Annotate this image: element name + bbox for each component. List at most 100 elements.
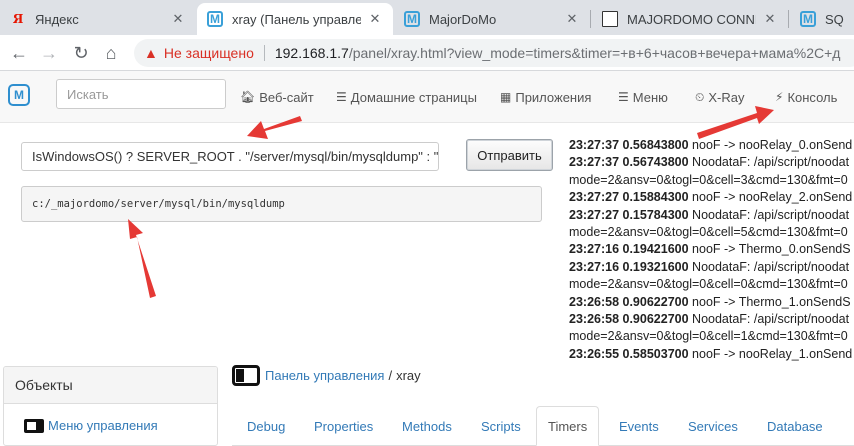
command-result: c:/_majordomo/server/mysql/bin/mysqldump xyxy=(21,186,542,222)
forward-icon[interactable]: → xyxy=(36,40,62,66)
list-icon: ☰ xyxy=(336,90,347,104)
browser-tab-title: MAJORDOMO CONNECT xyxy=(627,11,756,27)
bolt-icon: ⚡︎ xyxy=(775,90,784,104)
browser-tab-majordomo[interactable]: M MajorDoMo ✕ xyxy=(394,3,590,35)
log-text: nooF -> Thermo_1.onSendS xyxy=(688,294,851,309)
log-text: nooF -> nooRelay_1.onSend xyxy=(688,346,853,361)
majordomo-icon: M xyxy=(404,11,420,27)
back-icon[interactable]: ← xyxy=(6,40,32,66)
nav-home-pages[interactable]: ☰ Домашние страницы xyxy=(336,71,477,123)
url-text[interactable]: 192.168.1.7/panel/xray.html?view_mode=ti… xyxy=(275,45,841,61)
browser-tab-yandex[interactable]: Я Яндекс ✕ xyxy=(0,3,196,35)
browser-tab-title: Яндекс xyxy=(35,11,79,27)
log-line: 23:27:27 0.15884300 nooF -> nooRelay_2.o… xyxy=(569,189,854,206)
browser-tab-connect[interactable]: MAJORDOMO CONNECT ✕ xyxy=(592,3,788,35)
log-text: mode=2&ansv=0&togl=0&cell=1&cmd=130&fmt=… xyxy=(569,329,848,344)
browser-toolbar: ← → ↻ ⌂ ▲ Не защищено 192.168.1.7/panel/… xyxy=(0,35,854,71)
panel-title: Объекты xyxy=(4,367,217,404)
log-timestamp: 23:27:37 0.56743800 xyxy=(569,155,689,170)
log-text: nooF -> nooRelay_0.onSend xyxy=(688,138,853,152)
nav-label: Консоль xyxy=(787,89,838,105)
close-icon[interactable]: ✕ xyxy=(564,11,580,27)
log-timestamp: 23:27:27 0.15884300 xyxy=(569,190,689,205)
log-line: mode=2&ansv=0&togl=0&cell=3&cmd=130&fmt=… xyxy=(569,172,854,189)
log-line: 23:27:16 0.19421600 nooF -> Thermo_0.onS… xyxy=(569,241,854,258)
log-timestamp: 23:26:58 0.90622700 xyxy=(569,312,689,327)
log-text: mode=2&ansv=0&togl=0&cell=3&cmd=130&fmt=… xyxy=(569,172,848,187)
breadcrumb-separator: / xyxy=(388,367,393,383)
log-timestamp: 23:26:55 0.58503700 xyxy=(569,346,689,361)
majordomo-logo-icon[interactable]: M xyxy=(8,84,30,106)
search-input[interactable] xyxy=(56,79,226,109)
browser-tab-strip: Я Яндекс ✕ M xray (Панель управления ✕ M… xyxy=(0,0,854,35)
log-text: NoodataF: /api/script/noodat xyxy=(688,259,850,274)
log-timestamp: 23:27:16 0.19421600 xyxy=(569,242,689,257)
nav-label: Домашние страницы xyxy=(350,89,477,105)
nav-label: X-Ray xyxy=(708,89,745,105)
tab-events[interactable]: Events xyxy=(608,406,670,446)
document-icon xyxy=(602,11,618,27)
debug-log: 23:27:37 0.56843800 nooF -> nooRelay_0.o… xyxy=(569,137,854,363)
panel-icon xyxy=(232,364,260,386)
log-line: 23:27:37 0.56843800 nooF -> nooRelay_0.o… xyxy=(569,137,854,154)
tab-properties[interactable]: Properties xyxy=(303,406,384,446)
nav-label: Приложения xyxy=(515,89,592,105)
nav-label: Веб-сайт xyxy=(259,89,314,105)
browser-tab-sql[interactable]: M SQL D xyxy=(790,3,854,35)
log-line: 23:27:27 0.15784300 NoodataF: /api/scrip… xyxy=(569,207,854,224)
tab-services[interactable]: Services xyxy=(677,406,749,446)
close-icon[interactable]: ✕ xyxy=(170,11,186,27)
nav-applications[interactable]: ▦ Приложения xyxy=(500,71,591,123)
tab-divider xyxy=(788,10,789,28)
log-text: nooF -> Thermo_0.onSendS xyxy=(688,242,851,257)
url-path: /panel/xray.html?view_mode=timers&timer=… xyxy=(348,45,841,61)
send-button[interactable]: Отправить xyxy=(466,139,553,171)
close-icon[interactable]: ✕ xyxy=(367,11,383,27)
log-text: mode=2&ansv=0&togl=0&cell=0&cmd=130&fmt=… xyxy=(569,277,848,292)
home-icon[interactable]: ⌂ xyxy=(98,40,124,66)
nav-console[interactable]: ⚡︎ Консоль xyxy=(775,71,837,123)
log-text: nooF -> nooRelay_2.onSend xyxy=(688,190,853,205)
close-icon[interactable]: ✕ xyxy=(762,11,778,27)
reload-icon[interactable]: ↻ xyxy=(68,40,94,66)
url-divider xyxy=(263,45,265,61)
command-input[interactable]: IsWindowsOS() ? SERVER_ROOT . "/server/m… xyxy=(21,142,439,171)
breadcrumb-current: xray xyxy=(396,367,421,383)
nav-xray[interactable]: ⏲ X-Ray xyxy=(695,71,745,123)
security-label[interactable]: Не защищено xyxy=(164,45,254,61)
address-bar[interactable]: ▲ Не защищено 192.168.1.7/panel/xray.htm… xyxy=(134,39,854,67)
tab-debug[interactable]: Debug xyxy=(236,406,296,446)
log-text: NoodataF: /api/script/noodat xyxy=(688,312,850,327)
breadcrumb-root[interactable]: Панель управления xyxy=(265,368,384,383)
nav-label: Меню xyxy=(632,89,668,105)
nav-menu[interactable]: ☰ Меню xyxy=(618,71,668,123)
browser-tab-title: MajorDoMo xyxy=(429,11,497,27)
log-line: mode=2&ansv=0&togl=0&cell=0&cmd=130&fmt=… xyxy=(569,276,854,293)
tab-methods[interactable]: Methods xyxy=(391,406,463,446)
log-timestamp: 23:27:27 0.15784300 xyxy=(569,207,689,222)
log-text: mode=2&ansv=0&togl=0&cell=5&cmd=130&fmt=… xyxy=(569,225,848,240)
app-navbar: M 🏠︎ Веб-сайт ☰ Домашние страницы ▦ Прил… xyxy=(0,71,854,123)
browser-tab-xray[interactable]: M xray (Панель управления ✕ xyxy=(197,3,393,35)
tab-timers[interactable]: Timers xyxy=(536,406,600,446)
menu-link[interactable]: Меню управления xyxy=(48,418,158,433)
tab-divider xyxy=(590,10,591,28)
log-text: NoodataF: /api/script/noodat xyxy=(688,207,850,222)
log-timestamp: 23:27:16 0.19321600 xyxy=(569,259,689,274)
tab-database[interactable]: Database xyxy=(756,406,834,446)
log-line: 23:27:16 0.19321600 NoodataF: /api/scrip… xyxy=(569,259,854,276)
log-line: 23:26:55 0.58503700 nooF -> nooRelay_1.o… xyxy=(569,346,854,363)
tabs-bar: Debug Properties Methods Scripts Timers … xyxy=(232,406,854,446)
browser-tab-title: SQL D xyxy=(825,11,844,27)
tab-scripts[interactable]: Scripts xyxy=(470,406,532,446)
annotation-arrow-result xyxy=(128,219,156,298)
browser-tab-title: xray (Панель управления xyxy=(232,11,361,27)
clock-icon: ⏲ xyxy=(695,89,705,104)
nav-website[interactable]: 🏠︎ Веб-сайт xyxy=(240,71,314,123)
menu-icon xyxy=(24,418,44,433)
list-item[interactable]: Меню управления xyxy=(4,404,217,445)
url-host: 192.168.1.7 xyxy=(274,45,349,61)
majordomo-icon: M xyxy=(800,11,816,27)
log-line: mode=2&ansv=0&togl=0&cell=1&cmd=130&fmt=… xyxy=(569,328,854,345)
yandex-icon: Я xyxy=(12,12,24,26)
